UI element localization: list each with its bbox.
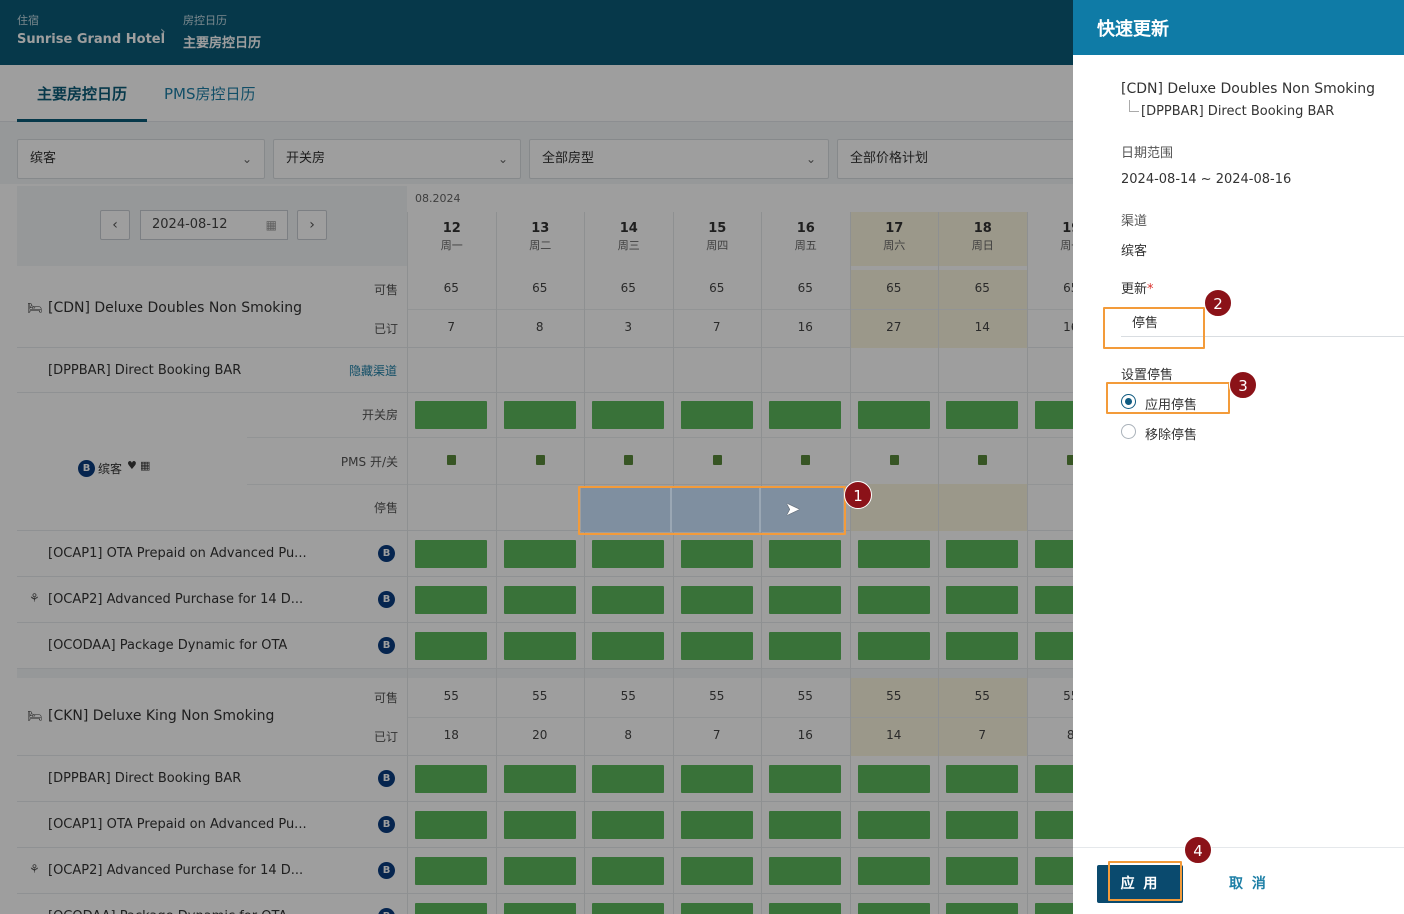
tree-connector <box>1129 100 1139 112</box>
panel-title: 快速更新 <box>1073 0 1404 55</box>
update-label: 更新* <box>1121 278 1154 297</box>
cancel-button[interactable]: 取 消 <box>1229 865 1266 903</box>
channel-label: 渠道 <box>1121 214 1148 229</box>
remove-stop-sell-radio[interactable] <box>1121 424 1136 439</box>
highlight-box-2 <box>1103 307 1205 349</box>
cursor-icon: ➤ <box>785 499 801 520</box>
highlight-box-4 <box>1108 861 1182 901</box>
step-marker-1: 1 <box>844 481 872 509</box>
step-marker-4: 4 <box>1184 836 1212 864</box>
update-label-text: 更新 <box>1121 282 1148 297</box>
modal-backdrop[interactable] <box>0 0 1073 914</box>
highlight-box-3 <box>1106 382 1230 414</box>
footer-divider <box>1073 847 1404 848</box>
set-stop-sell-label: 设置停售 <box>1121 368 1174 383</box>
app: 住宿 Sunrise Grand Hotel › 房控日历 主要房控日历 主要房… <box>0 0 1404 914</box>
step-marker-2: 2 <box>1204 289 1232 317</box>
date-range-value: 2024-08-14 ~ 2024-08-16 <box>1121 172 1292 187</box>
remove-stop-sell-label[interactable]: 移除停售 <box>1145 424 1197 443</box>
date-range-label: 日期范围 <box>1121 146 1174 161</box>
required-mark: * <box>1147 282 1154 297</box>
panel-room-name: [CDN] Deluxe Doubles Non Smoking <box>1121 81 1376 97</box>
panel-rate-name: [DPPBAR] Direct Booking BAR <box>1141 104 1335 119</box>
quick-update-panel: 快速更新 [CDN] Deluxe Doubles Non Smoking [D… <box>1073 0 1404 914</box>
highlight-box-1 <box>578 486 846 535</box>
channel-value: 缤客 <box>1121 244 1148 259</box>
step-marker-3: 3 <box>1229 371 1257 399</box>
